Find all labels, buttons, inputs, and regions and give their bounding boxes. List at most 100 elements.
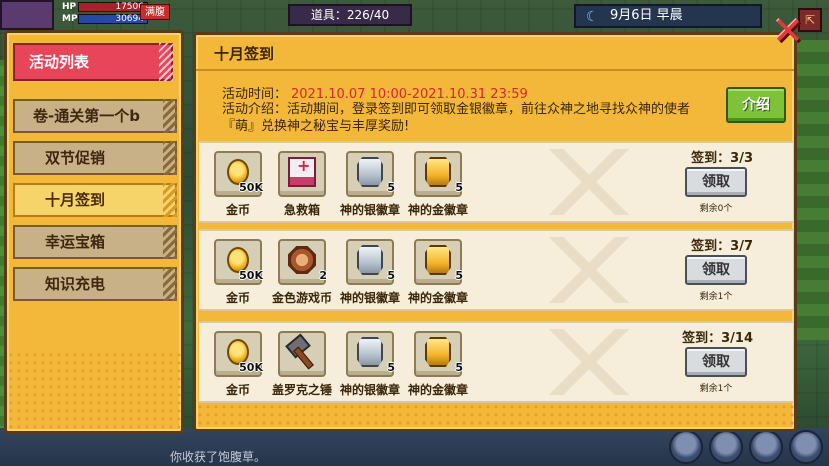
skill-slot-icon[interactable] <box>749 430 783 464</box>
silver-badge-icon <box>357 157 383 187</box>
status-badge: 满腹 <box>140 4 170 20</box>
menu-item-lucky-chest[interactable]: 幸运宝箱 <box>13 225 177 259</box>
date-display: ☾ 9月6日 早晨 <box>574 4 762 28</box>
skill-slot-icon[interactable] <box>709 430 743 464</box>
signin-progress: 签到：3/7 <box>691 239 753 254</box>
reward-item[interactable]: 50K 金币 <box>207 239 269 311</box>
item-name: 神的金徽章 <box>407 383 468 397</box>
menu-pattern <box>7 351 181 431</box>
message-log: 你收获了饱腹草。 <box>170 450 267 464</box>
remaining-count: 剩余0个 <box>699 204 733 214</box>
reward-item[interactable]: 5 神的金徽章 <box>407 331 469 403</box>
menu-item-label: 双节促销 <box>45 149 106 167</box>
gold-badge-icon <box>425 157 451 187</box>
item-name: 神的金徽章 <box>407 291 468 305</box>
skill-slot-icon[interactable] <box>789 430 823 464</box>
reward-item[interactable]: 急救箱 <box>271 151 333 223</box>
page-title: 十月签到 <box>214 45 275 63</box>
activity-menu: 活动列表 卷-通关第一个b 双节促销 十月签到 幸运宝箱 知识充电 <box>4 30 184 434</box>
activity-description: 活动介绍：活动期间，登录签到即可领取金银徽章，前往众神之地寻找众神的使者『萌』兑… <box>222 102 691 134</box>
reward-row: 50K 金币 盖罗克之锤 5 神的银徽章 5 神的金徽章 签到：3/14 领取 … <box>199 321 793 403</box>
item-count: 50K <box>239 361 263 374</box>
close-icon[interactable]: ✕ <box>770 12 806 50</box>
item-name: 神的银徽章 <box>339 291 400 305</box>
remaining-count: 剩余1个 <box>699 292 733 302</box>
reward-item[interactable]: 2 金色游戏币 <box>271 239 333 311</box>
reward-item[interactable]: 5 神的银徽章 <box>339 331 401 403</box>
reward-item[interactable]: 5 神的银徽章 <box>339 151 401 223</box>
claim-button[interactable]: 领取 <box>685 347 747 377</box>
menu-item-knowledge[interactable]: 知识充电 <box>13 267 177 301</box>
mp-stat: MP 30694 <box>62 14 148 24</box>
item-count: 5 <box>387 181 395 194</box>
item-name: 神的银徽章 <box>339 203 400 217</box>
item-name: 神的银徽章 <box>339 383 400 397</box>
silver-badge-icon <box>357 245 383 275</box>
menu-item-event-1[interactable]: 卷-通关第一个b <box>13 99 177 133</box>
inventory-count[interactable]: 道具：226/40 <box>288 4 412 26</box>
claim-area: 签到：3/7 领取 剩余1个 <box>673 235 783 311</box>
menu-item-label: 幸运宝箱 <box>45 233 106 251</box>
date-text: 9月6日 早晨 <box>610 8 683 23</box>
firstaid-icon <box>288 156 316 187</box>
hp-label: HP <box>62 2 77 12</box>
item-name: 急救箱 <box>283 203 320 217</box>
moon-icon: ☾ <box>586 9 599 25</box>
signin-progress: 签到：3/14 <box>682 331 753 346</box>
signin-progress: 签到：3/3 <box>691 151 753 166</box>
item-name: 盖罗克之锤 <box>271 383 332 397</box>
mp-label: MP <box>62 14 78 24</box>
intro-button[interactable]: 介绍 <box>726 87 786 123</box>
hp-stat: HP 17506 <box>62 2 148 12</box>
activity-time: 活动时间： 2021.10.07 10:00-2021.10.31 23:59 <box>222 83 528 102</box>
activity-time-label: 活动时间： <box>222 87 288 102</box>
menu-item-label: 十月签到 <box>45 191 106 209</box>
activity-time-value: 2021.10.07 10:00-2021.10.31 23:59 <box>291 87 528 102</box>
item-count: 5 <box>455 361 463 374</box>
item-name: 金币 <box>225 383 250 397</box>
item-count: 5 <box>387 361 395 374</box>
item-name: 金币 <box>225 291 250 305</box>
claim-area: 签到：3/3 领取 剩余0个 <box>673 147 783 223</box>
claim-button[interactable]: 领取 <box>685 167 747 197</box>
item-count: 2 <box>319 269 327 282</box>
item-name: 金色游戏币 <box>271 291 332 305</box>
hp-bar: 17506 <box>78 2 148 12</box>
menu-header: 活动列表 <box>13 43 173 81</box>
gold-badge-icon <box>425 245 451 275</box>
item-name: 金币 <box>225 203 250 217</box>
item-count: 5 <box>387 269 395 282</box>
silver-badge-icon <box>357 337 383 367</box>
reward-item[interactable]: 5 神的金徽章 <box>407 151 469 223</box>
reward-item[interactable]: 盖罗克之锤 <box>271 331 333 403</box>
claim-area: 签到：3/14 领取 剩余1个 <box>673 327 783 403</box>
menu-item-double-festival[interactable]: 双节促销 <box>13 141 177 175</box>
reward-item[interactable]: 50K 金币 <box>207 331 269 403</box>
game-token-icon <box>288 246 316 274</box>
skill-bar <box>669 430 823 464</box>
reward-item[interactable]: 50K 金币 <box>207 151 269 223</box>
reward-list: 50K 金币 急救箱 5 神的银徽章 5 神的金徽章 <box>199 141 793 403</box>
item-count: 50K <box>239 269 263 282</box>
map-tiles-right <box>793 40 829 340</box>
remaining-count: 剩余1个 <box>699 384 733 394</box>
skill-slot-icon[interactable] <box>669 430 703 464</box>
divider <box>196 69 794 71</box>
gold-badge-icon <box>425 337 451 367</box>
item-count: 5 <box>455 269 463 282</box>
hammer-icon <box>286 336 318 368</box>
menu-item-october-signin[interactable]: 十月签到 <box>13 183 177 217</box>
claim-button[interactable]: 领取 <box>685 255 747 285</box>
item-count: 50K <box>239 181 263 194</box>
panel-pattern <box>196 403 794 429</box>
menu-item-label: 知识充电 <box>45 275 106 293</box>
item-name: 神的金徽章 <box>407 203 468 217</box>
reward-row: 50K 金币 2 金色游戏币 5 神的银徽章 5 神的金徽章 签到：3/7 领取… <box>199 229 793 311</box>
item-count: 5 <box>455 181 463 194</box>
reward-item[interactable]: 5 神的金徽章 <box>407 239 469 311</box>
reward-row: 50K 金币 急救箱 5 神的银徽章 5 神的金徽章 <box>199 141 793 223</box>
menu-item-label: 卷-通关第一个b <box>33 107 140 125</box>
mp-bar: 30694 <box>78 14 148 24</box>
reward-item[interactable]: 5 神的银徽章 <box>339 239 401 311</box>
player-avatar[interactable] <box>0 0 54 30</box>
